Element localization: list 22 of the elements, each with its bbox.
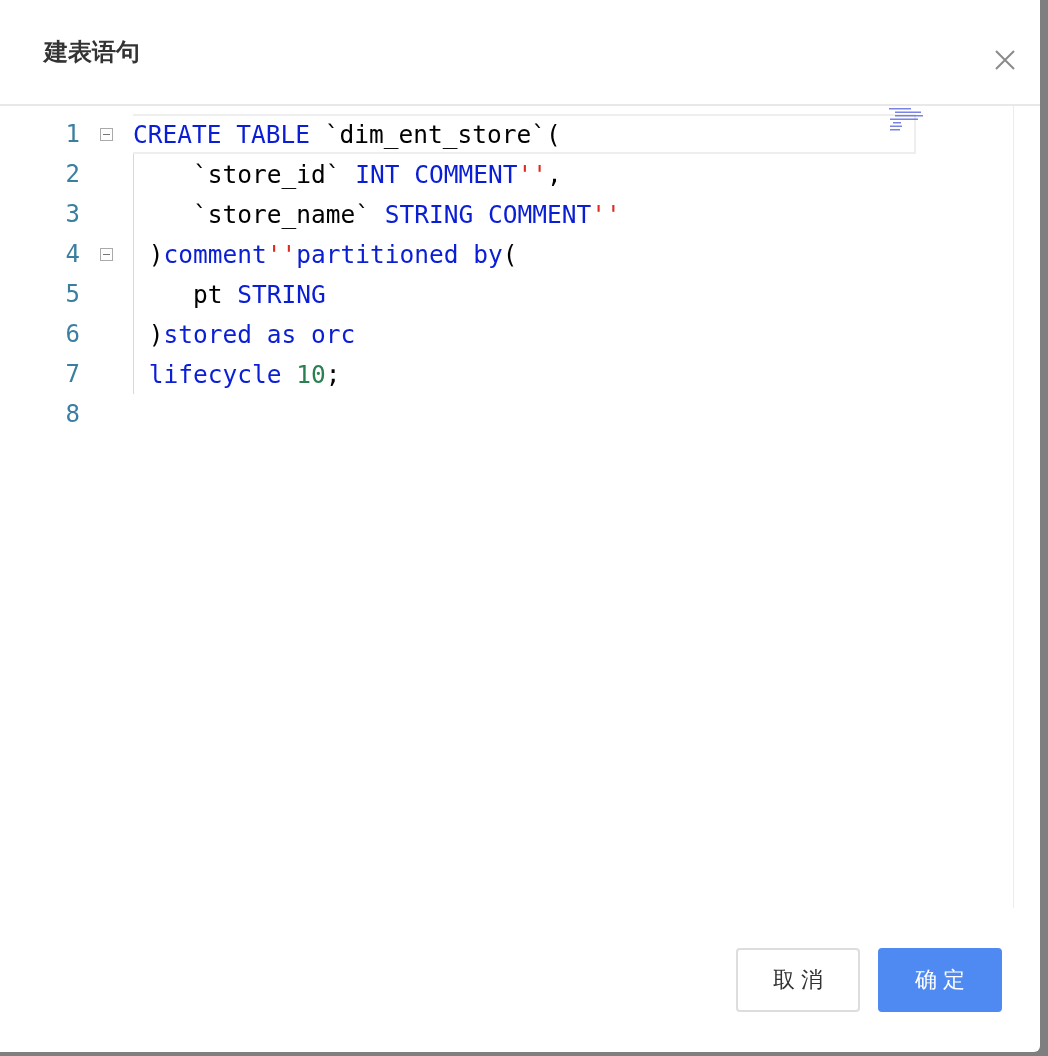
line-number: 8 [64, 400, 80, 428]
line-number: 7 [64, 360, 80, 388]
code-editor[interactable]: 1 CREATE TABLE `dim_ent_store`( 2 `store_id` INT COMMENT'', 3 `store_name` STRING COMMENT'' 4 )comment''partitioned by( 5 pt STRING 6 )stored as orc 7 lifecycle 10; 8 [0, 106, 1014, 908]
fold-icon[interactable] [100, 127, 113, 141]
code-line: lifecycle 10; [147, 359, 341, 389]
line-number: 6 [64, 320, 80, 348]
code-line: )comment''partitioned by( [147, 239, 518, 269]
cancel-button[interactable]: 取 消 [736, 948, 860, 1012]
close-icon[interactable] [994, 49, 1016, 71]
code-line: )stored as orc [147, 319, 356, 349]
line-number: 2 [64, 160, 80, 188]
minimap-drawing[interactable] [889, 108, 923, 134]
line-number: 5 [64, 280, 80, 308]
fold-icon[interactable] [100, 247, 113, 261]
code-line: CREATE TABLE `dim_ent_store`( [133, 119, 561, 149]
line-number: 1 [64, 120, 80, 148]
code-line: pt STRING [192, 279, 326, 309]
line-number: 4 [64, 240, 80, 268]
code-line: `store_name` STRING COMMENT'' [192, 199, 621, 229]
code-line: `store_id` INT COMMENT'', [192, 159, 562, 189]
line-number: 3 [64, 200, 80, 228]
dialog-title: 建表语句 [44, 37, 140, 68]
